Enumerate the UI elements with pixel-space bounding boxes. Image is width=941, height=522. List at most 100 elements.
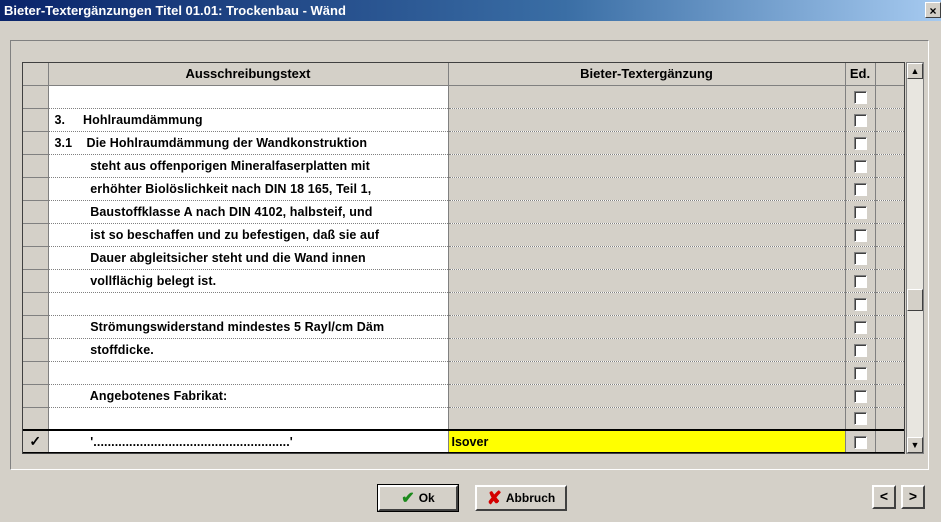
bieter-textergaenzung-cell[interactable] — [448, 384, 846, 408]
cancel-button[interactable]: ✘ Abbruch — [475, 485, 567, 511]
row-spacer — [875, 361, 904, 385]
table-row[interactable] — [23, 292, 904, 316]
ed-cell — [845, 269, 876, 293]
row-indicator[interactable] — [23, 246, 49, 270]
row-indicator[interactable] — [23, 131, 49, 155]
row-indicator[interactable] — [23, 269, 49, 293]
ed-checkbox[interactable] — [853, 366, 867, 380]
bieter-textergaenzung-cell[interactable] — [448, 292, 846, 316]
ausschreibungstext-cell: Dauer abgleitsicher steht und die Wand i… — [48, 246, 449, 270]
table-row[interactable] — [23, 85, 904, 109]
ed-checkbox[interactable] — [853, 113, 867, 127]
bieter-textergaenzung-cell[interactable] — [448, 223, 846, 247]
ed-cell — [845, 384, 876, 408]
ed-cell — [845, 292, 876, 316]
header-ausschreibungstext[interactable]: Ausschreibungstext — [48, 63, 449, 86]
table-row[interactable]: vollflächig belegt ist. — [23, 269, 904, 293]
ed-checkbox[interactable] — [853, 205, 867, 219]
ed-cell — [845, 338, 876, 362]
row-indicator[interactable] — [23, 223, 49, 247]
ok-button[interactable]: ✔ Ok — [377, 484, 459, 512]
table-row[interactable]: Baustoffklasse A nach DIN 4102, halbstei… — [23, 200, 904, 224]
bieter-textergaenzung-cell[interactable] — [448, 407, 846, 431]
vertical-scrollbar[interactable]: ▲ ▼ — [906, 62, 924, 454]
ed-checkbox[interactable] — [853, 435, 867, 449]
checkmark-icon: ✔ — [401, 490, 415, 507]
header-ed[interactable]: Ed. — [845, 63, 876, 86]
ed-cell — [845, 177, 876, 201]
bieter-textergaenzung-cell[interactable]: Isover — [448, 429, 846, 453]
ed-checkbox[interactable] — [853, 136, 867, 150]
row-indicator[interactable] — [23, 292, 49, 316]
scroll-thumb[interactable] — [907, 289, 923, 311]
bieter-textergaenzung-cell[interactable] — [448, 315, 846, 339]
row-indicator[interactable] — [23, 85, 49, 109]
table-row[interactable]: steht aus offenporigen Mineralfaserplatt… — [23, 154, 904, 178]
row-indicator[interactable] — [23, 384, 49, 408]
table-row[interactable]: 3. Hohlraumdämmung — [23, 108, 904, 132]
scroll-down-icon[interactable]: ▼ — [907, 437, 923, 453]
bieter-textergaenzung-cell[interactable] — [448, 108, 846, 132]
ed-checkbox[interactable] — [853, 297, 867, 311]
ausschreibungstext-cell: vollflächig belegt ist. — [48, 269, 449, 293]
table-row[interactable]: Strömungswiderstand mindestes 5 Rayl/cm … — [23, 315, 904, 339]
ed-checkbox[interactable] — [853, 182, 867, 196]
row-indicator[interactable] — [23, 315, 49, 339]
header-bieter-textergaenzung[interactable]: Bieter-Textergänzung — [448, 63, 846, 86]
bieter-textergaenzung-cell[interactable] — [448, 269, 846, 293]
ed-checkbox[interactable] — [853, 251, 867, 265]
ed-checkbox[interactable] — [853, 90, 867, 104]
row-spacer — [875, 131, 904, 155]
ausschreibungstext-cell: Angebotenes Fabrikat: — [48, 384, 449, 408]
table-row[interactable] — [23, 407, 904, 431]
ed-cell — [845, 131, 876, 155]
close-icon[interactable]: × — [925, 2, 941, 18]
row-indicator[interactable]: ✓ — [23, 429, 49, 453]
ausschreibungstext-cell: ist so beschaffen und zu befestigen, daß… — [48, 223, 449, 247]
ed-checkbox[interactable] — [853, 228, 867, 242]
row-indicator[interactable] — [23, 154, 49, 178]
window-title: Bieter-Textergänzungen Titel 01.01: Troc… — [4, 3, 346, 18]
bieter-textergaenzung-cell[interactable] — [448, 177, 846, 201]
bieter-textergaenzung-cell[interactable] — [448, 246, 846, 270]
row-indicator[interactable] — [23, 338, 49, 362]
table-row[interactable]: stoffdicke. — [23, 338, 904, 362]
ed-cell — [845, 315, 876, 339]
bieter-textergaenzung-cell[interactable] — [448, 200, 846, 224]
previous-button[interactable]: < — [872, 485, 896, 509]
ed-checkbox[interactable] — [853, 274, 867, 288]
ausschreibungstext-cell — [48, 85, 449, 109]
table-row[interactable]: ✓ '.....................................… — [23, 429, 904, 453]
bieter-textergaenzung-cell[interactable] — [448, 131, 846, 155]
row-spacer — [875, 338, 904, 362]
ausschreibungstext-cell: 3. Hohlraumdämmung — [48, 108, 449, 132]
table-row[interactable]: erhöhter Biolöslichkeit nach DIN 18 165,… — [23, 177, 904, 201]
row-indicator[interactable] — [23, 108, 49, 132]
next-button[interactable]: > — [901, 485, 925, 509]
bieter-textergaenzung-cell[interactable] — [448, 338, 846, 362]
ed-checkbox[interactable] — [853, 412, 867, 426]
row-spacer — [875, 108, 904, 132]
bieter-textergaenzung-cell[interactable] — [448, 361, 846, 385]
ausschreibungstext-cell: '.......................................… — [48, 429, 449, 453]
ed-checkbox[interactable] — [853, 343, 867, 357]
scroll-up-icon[interactable]: ▲ — [907, 63, 923, 79]
row-indicator[interactable] — [23, 361, 49, 385]
bieter-textergaenzung-cell[interactable] — [448, 85, 846, 109]
bieter-textergaenzung-cell[interactable] — [448, 154, 846, 178]
table-row[interactable]: Angebotenes Fabrikat: — [23, 384, 904, 408]
table-row[interactable] — [23, 361, 904, 385]
row-indicator[interactable] — [23, 177, 49, 201]
ed-cell — [845, 85, 876, 109]
ed-checkbox[interactable] — [853, 389, 867, 403]
ed-checkbox[interactable] — [853, 159, 867, 173]
row-indicator[interactable] — [23, 200, 49, 224]
table-row[interactable]: 3.1 Die Hohlraumdämmung der Wandkonstruk… — [23, 131, 904, 155]
row-spacer — [875, 315, 904, 339]
row-indicator[interactable] — [23, 407, 49, 431]
ausschreibungstext-cell — [48, 361, 449, 385]
table-row[interactable]: Dauer abgleitsicher steht und die Wand i… — [23, 246, 904, 270]
ausschreibungstext-cell: steht aus offenporigen Mineralfaserplatt… — [48, 154, 449, 178]
ed-checkbox[interactable] — [853, 320, 867, 334]
table-row[interactable]: ist so beschaffen und zu befestigen, daß… — [23, 223, 904, 247]
